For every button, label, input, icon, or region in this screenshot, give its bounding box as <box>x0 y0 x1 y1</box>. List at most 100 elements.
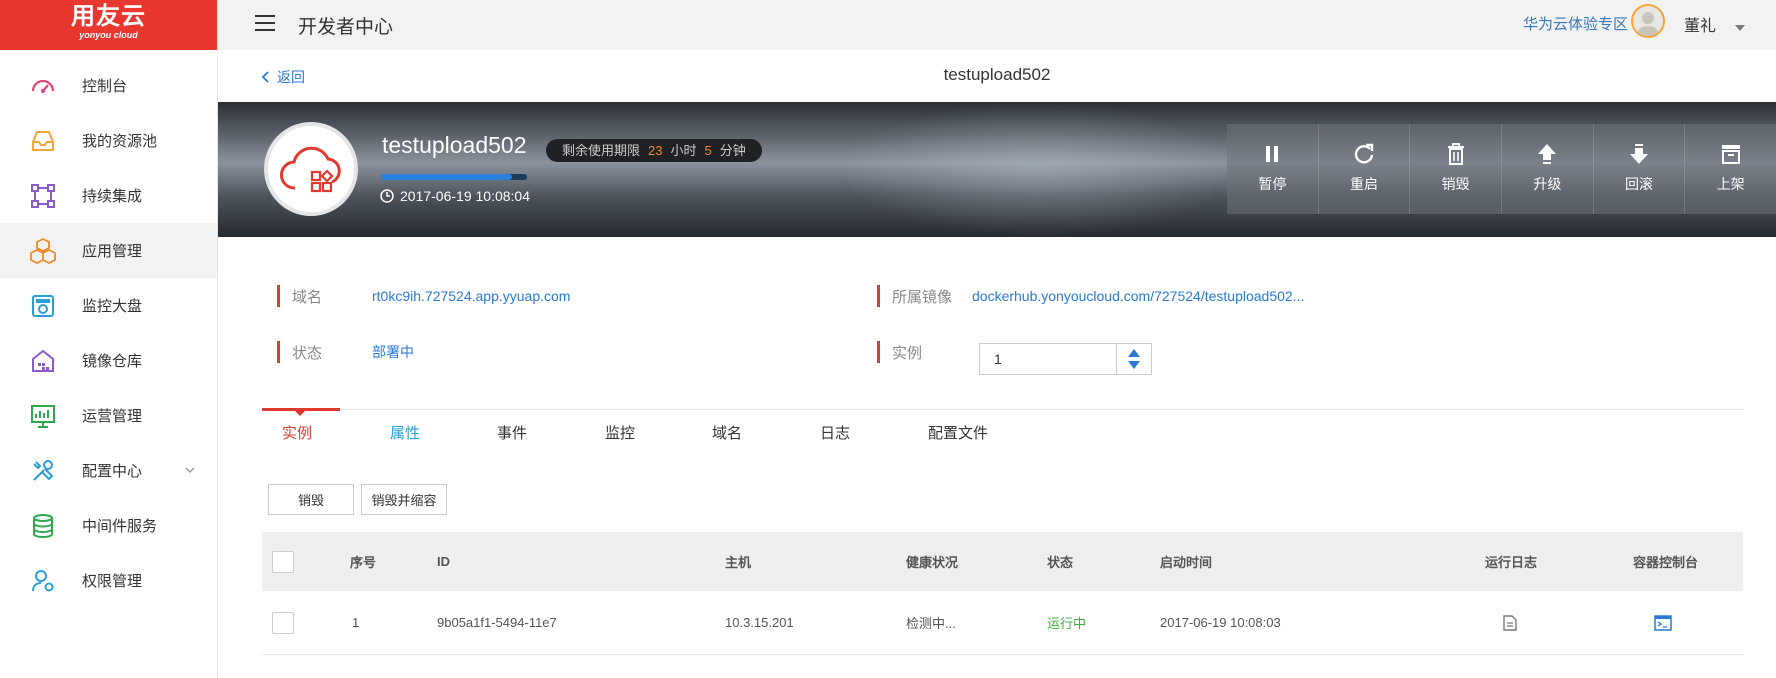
sidebar-item-config-center[interactable]: 配置中心 <box>0 443 217 498</box>
sidebar-item-ci[interactable]: 持续集成 <box>0 168 217 223</box>
app-cloud-icon <box>264 122 358 216</box>
instance-input[interactable]: 1 <box>980 344 1117 374</box>
caret-down-icon[interactable] <box>1735 18 1745 36</box>
back-link[interactable]: 返回 <box>261 67 305 87</box>
expire-prefix: 剩余使用期限 <box>562 143 641 158</box>
rollback-label: 回滚 <box>1625 176 1654 192</box>
instance-stepper[interactable]: 1 <box>979 343 1152 375</box>
status-label: 状态 <box>292 344 323 362</box>
sidebar-item-monitor[interactable]: 监控大盘 <box>0 278 217 333</box>
chart-board-icon <box>28 401 58 431</box>
destroy-button[interactable]: 销毁 <box>268 484 354 515</box>
integration-square-icon <box>28 181 58 211</box>
status-field: 状态 部署中 <box>277 341 414 363</box>
field-marker <box>277 285 280 307</box>
hamburger-menu-icon[interactable] <box>255 14 275 36</box>
stepper-arrows[interactable] <box>1117 344 1151 374</box>
tab-events[interactable]: 事件 <box>497 422 527 443</box>
field-marker <box>277 341 280 363</box>
user-gear-icon <box>28 566 58 596</box>
col-run-log: 运行日志 <box>1485 555 1538 570</box>
sidebar-item-label: 中间件服务 <box>82 518 158 535</box>
row-checkbox[interactable] <box>272 611 294 634</box>
app-name: testupload502 <box>382 132 527 158</box>
image-label: 所属镜像 <box>892 288 953 306</box>
database-icon <box>28 511 58 541</box>
stepper-up-down-icon[interactable] <box>1127 348 1141 370</box>
sidebar-item-middleware[interactable]: 中间件服务 <box>0 498 217 553</box>
console-terminal-icon[interactable] <box>1654 591 1672 654</box>
sidebar-item-label: 运营管理 <box>82 408 143 425</box>
destroy-label: 销毁 <box>1441 176 1470 192</box>
action-toolbar: 暂停 重启 销毁 升级 回滚 上架 <box>1227 124 1776 214</box>
publish-label: 上架 <box>1716 176 1745 192</box>
lifetime-progress <box>381 174 527 180</box>
domain-field: 域名 rt0kc9ih.727524.app.yyuap.com <box>277 285 570 307</box>
upgrade-button[interactable]: 升级 <box>1502 124 1594 214</box>
expire-minutes: 5 <box>704 143 712 158</box>
col-health: 健康状况 <box>906 555 959 570</box>
top-bar: 开发者中心 华为云体验专区 董礼 <box>218 0 1776 50</box>
domain-value[interactable]: rt0kc9ih.727524.app.yyuap.com <box>372 288 570 304</box>
domain-label: 域名 <box>292 288 323 306</box>
publish-button[interactable]: 上架 <box>1685 124 1776 214</box>
select-all-checkbox[interactable] <box>272 550 294 573</box>
status-value: 部署中 <box>372 344 414 360</box>
page-title: testupload502 <box>943 65 1051 84</box>
minutes-unit: 分钟 <box>719 143 746 158</box>
active-tab-pointer <box>295 411 305 416</box>
tab-attributes[interactable]: 属性 <box>390 422 420 443</box>
warehouse-icon <box>28 346 58 376</box>
tab-logs[interactable]: 日志 <box>820 422 850 443</box>
dashboard-gauge-icon <box>28 71 58 101</box>
pause-icon <box>1227 142 1318 166</box>
brand-logo[interactable]: 用友云 yonyou cloud <box>0 0 217 50</box>
sidebar-item-label: 镜像仓库 <box>82 353 143 370</box>
image-value[interactable]: dockerhub.yonyoucloud.com/727524/testupl… <box>972 288 1304 304</box>
sidebar-item-label: 监控大盘 <box>82 298 143 315</box>
app-banner: testupload502 剩余使用期限 23 小时 5 分钟 2017-06-19 1… <box>218 102 1776 237</box>
sidebar-item-label: 权限管理 <box>82 573 143 590</box>
row-select-cell <box>272 591 294 654</box>
sidebar-item-resource-pool[interactable]: 我的资源池 <box>0 113 217 168</box>
pause-button[interactable]: 暂停 <box>1227 124 1319 214</box>
sidebar-nav: 控制台 我的资源池 持续集成 应用管理 监控大盘 镜像仓库 运营管理 配置中心 <box>0 50 217 608</box>
expire-hours: 23 <box>648 143 663 158</box>
restart-label: 重启 <box>1350 176 1378 192</box>
user-name[interactable]: 董礼 <box>1684 12 1716 36</box>
col-host: 主机 <box>725 555 752 570</box>
brand-name: 用友云 <box>71 3 146 30</box>
col-index: 序号 <box>350 555 377 570</box>
restart-button[interactable]: 重启 <box>1319 124 1411 214</box>
hours-unit: 小时 <box>670 143 697 158</box>
tab-domain[interactable]: 域名 <box>712 422 742 443</box>
tab-config-files[interactable]: 配置文件 <box>928 422 988 443</box>
tab-instances[interactable]: 实例 <box>282 422 312 443</box>
row-host: 10.3.15.201 <box>725 615 794 630</box>
field-marker <box>877 285 880 307</box>
back-label: 返回 <box>277 69 305 85</box>
sidebar-item-image-repo[interactable]: 镜像仓库 <box>0 333 217 388</box>
region-link[interactable]: 华为云体验专区 <box>1523 13 1628 34</box>
destroy-app-button[interactable]: 销毁 <box>1410 124 1503 214</box>
chevron-down-icon[interactable] <box>185 461 195 478</box>
tools-icon <box>28 456 58 486</box>
rollback-button[interactable]: 回滚 <box>1594 124 1686 214</box>
table-row: 1 9b05a1f1-5494-11e7 10.3.15.201 检测中... … <box>262 591 1743 655</box>
detail-tabs: 实例 属性 事件 监控 域名 日志 配置文件 <box>262 408 1743 455</box>
sidebar-item-app-management[interactable]: 应用管理 <box>0 223 217 278</box>
log-file-icon[interactable] <box>1503 591 1517 654</box>
banner-background <box>838 102 1238 237</box>
sidebar-item-operations[interactable]: 运营管理 <box>0 388 217 443</box>
field-marker <box>877 341 880 363</box>
tab-monitor[interactable]: 监控 <box>605 422 635 443</box>
destroy-scale-button[interactable]: 销毁并缩容 <box>361 484 447 515</box>
sidebar-item-label: 配置中心 <box>82 463 143 480</box>
restart-icon <box>1319 142 1410 166</box>
page-header: testupload502 返回 <box>218 50 1776 102</box>
sidebar-item-console[interactable]: 控制台 <box>0 58 217 113</box>
app-title: 开发者中心 <box>298 16 394 38</box>
avatar[interactable] <box>1631 4 1665 38</box>
sidebar-item-permissions[interactable]: 权限管理 <box>0 553 217 608</box>
monitor-screen-icon <box>28 291 58 321</box>
